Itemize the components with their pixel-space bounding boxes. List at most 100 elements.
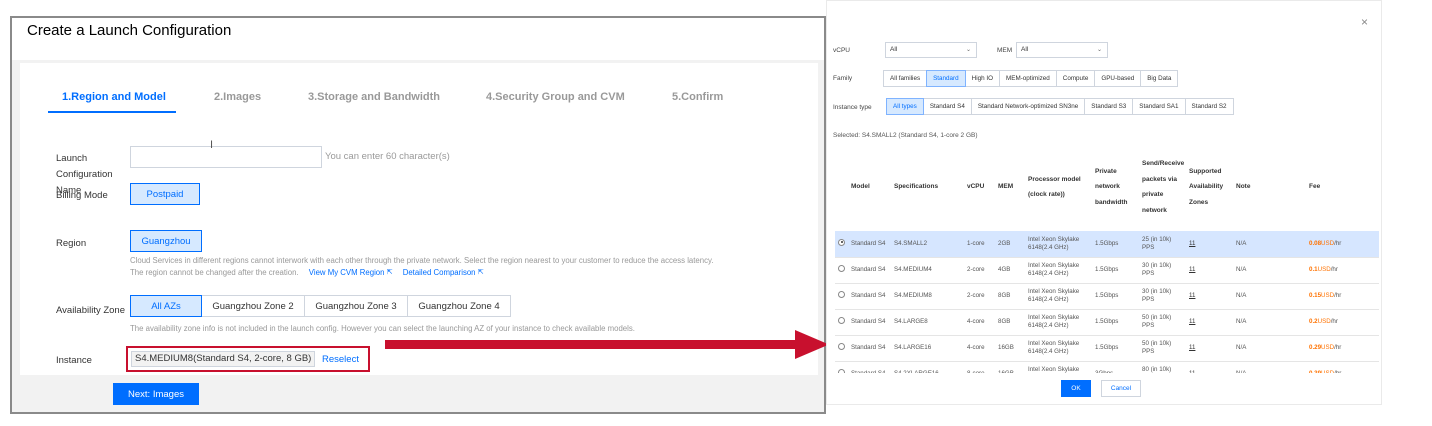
cell-vcpu-text: 8-core	[967, 370, 985, 373]
view-cvm-region-link[interactable]: View My CVM Region ⇱	[309, 268, 393, 277]
step-security-group[interactable]: 4.Security Group and CVM	[486, 91, 625, 103]
cell-model: Standard S4	[848, 361, 891, 373]
table-row[interactable]: Standard S4 S4.2XLARGE16 8-core 16GB Intel X…	[835, 361, 1379, 373]
table-row[interactable]: Standard S4 S4.MEDIUM4 2-core 4GB Intel Xeon…	[835, 257, 1379, 284]
cell-az: 11	[1186, 283, 1233, 310]
row-radio-button[interactable]	[838, 291, 845, 298]
family-segmented-control: All families Standard High IO MEM-optimi…	[883, 70, 1179, 87]
cell-cpu-text: Intel Xeon Skylake 6148(2.4 GHz)	[1028, 235, 1080, 251]
cell-mem-text: 8GB	[998, 292, 1011, 299]
instance-value: S4.MEDIUM8(Standard S4, 2-core, 8 GB)	[131, 351, 316, 367]
cell-model-text: Standard S4	[851, 344, 886, 351]
step-confirm[interactable]: 5.Confirm	[672, 91, 723, 103]
mem-select[interactable]: All ⌄	[1016, 42, 1108, 58]
config-form-panel: 1.Region and Model 2.Images 3.Storage an…	[20, 63, 818, 375]
cell-note: N/A	[1233, 335, 1306, 362]
row-radio-button[interactable]	[838, 343, 845, 350]
region-note-text: The region cannot be changed after the c…	[130, 268, 299, 277]
family-high-io[interactable]: High IO	[964, 70, 1001, 87]
cell-az-text[interactable]: 11	[1189, 370, 1195, 373]
cell-bw-text: 3Gbps	[1095, 370, 1113, 373]
type-standard-s2[interactable]: Standard S2	[1184, 98, 1234, 115]
step-region-model[interactable]: 1.Region and Model	[62, 91, 166, 103]
fee-fee-unit: USD	[1317, 266, 1331, 273]
active-step-underline	[48, 111, 176, 113]
table-row[interactable]: Standard S4 S4.SMALL2 1-core 2GB Intel Xeon …	[835, 231, 1379, 258]
family-all[interactable]: All families	[883, 70, 928, 87]
vcpu-select[interactable]: All ⌄	[885, 42, 977, 58]
cell-az-text[interactable]: 11	[1189, 344, 1195, 351]
cell-model: Standard S4	[848, 257, 891, 284]
availability-zone-label: Availability Zone	[56, 305, 126, 316]
type-all[interactable]: All types	[886, 98, 924, 115]
cell-cpu-text: Intel Xeon Skylake 6148(2.4 GHz)	[1028, 262, 1080, 277]
az-zone-4-button[interactable]: Guangzhou Zone 4	[407, 295, 511, 317]
cell-spec: S4.MEDIUM4	[891, 257, 964, 284]
launch-config-name-input[interactable]	[130, 146, 322, 168]
detailed-comparison-link[interactable]: Detailed Comparison ⇱	[403, 268, 484, 277]
type-standard-s3[interactable]: Standard S3	[1084, 98, 1134, 115]
family-compute[interactable]: Compute	[1055, 70, 1096, 87]
billing-postpaid-button[interactable]: Postpaid	[130, 183, 200, 205]
cell-az-text[interactable]: 11	[1189, 292, 1195, 299]
family-gpu[interactable]: GPU-based	[1094, 70, 1142, 87]
row-radio-cell	[835, 335, 848, 362]
row-radio-button[interactable]	[838, 265, 845, 272]
region-guangzhou-button[interactable]: Guangzhou	[130, 230, 202, 252]
cell-pps: 30 (in 10k) PPS	[1139, 283, 1186, 310]
table-row[interactable]: Standard S4 S4.LARGE16 4-core 16GB Intel Xeo…	[835, 335, 1379, 362]
cell-cpu-text: Intel Xeon Skylake 6148(2.4 GHz)	[1028, 366, 1080, 373]
column-header: Supported Availability Zones	[1189, 167, 1224, 206]
cell-fee: 0.1USD/hr	[1306, 257, 1379, 284]
family-standard[interactable]: Standard	[926, 70, 966, 87]
type-standard-s4[interactable]: Standard S4	[922, 98, 972, 115]
cell-note-text: N/A	[1236, 239, 1247, 247]
az-zone-2-button[interactable]: Guangzhou Zone 2	[201, 295, 305, 317]
cell-cpu-text: Intel Xeon Skylake 6148(2.4 GHz)	[1028, 288, 1080, 303]
cell-cpu: Intel Xeon Skylake 6148(2.4 GHz)	[1025, 257, 1092, 284]
family-mem-optimized[interactable]: MEM-optimized	[999, 70, 1057, 87]
cell-mem-text: 16GB	[998, 344, 1014, 351]
cancel-button[interactable]: Cancel	[1101, 380, 1141, 397]
cell-spec-text: S4.MEDIUM4	[894, 266, 932, 273]
fee-fee-num: 0.29	[1309, 344, 1322, 351]
cell-pps: 50 (in 10k) PPS	[1139, 335, 1186, 362]
vcpu-select-value: All	[890, 46, 898, 53]
family-big-data[interactable]: Big Data	[1140, 70, 1179, 87]
cell-vcpu-text: 2-core	[967, 266, 985, 273]
az-zone-3-button[interactable]: Guangzhou Zone 3	[304, 295, 408, 317]
table-body: Standard S4 S4.SMALL2 1-core 2GB Intel Xeon …	[835, 231, 1379, 373]
cell-vcpu: 4-core	[964, 335, 995, 362]
cell-spec-text: S4.LARGE16	[894, 344, 932, 351]
mem-select-value: All	[1021, 46, 1029, 53]
cell-pps: 25 (in 10k) PPS	[1139, 231, 1186, 258]
reselect-link[interactable]: Reselect	[322, 354, 359, 365]
cell-note: N/A	[1233, 309, 1306, 336]
table-row[interactable]: Standard S4 S4.MEDIUM8 2-core 8GB Intel Xeon…	[835, 283, 1379, 310]
instance-table-container[interactable]: Model Specifications vCPU MEM Processor …	[835, 143, 1379, 373]
view-cvm-region-link-text: View My CVM Region	[308, 268, 385, 277]
mem-label: MEM	[997, 47, 1013, 54]
step-storage-bandwidth[interactable]: 3.Storage and Bandwidth	[308, 91, 440, 103]
close-icon[interactable]: ×	[1361, 15, 1368, 29]
fee-fee-num: 0.39	[1309, 370, 1321, 373]
row-radio-button[interactable]	[838, 369, 845, 373]
cell-az-text[interactable]: 11	[1189, 240, 1195, 247]
az-all-button[interactable]: All AZs	[130, 295, 202, 317]
ok-button[interactable]: OK	[1061, 380, 1091, 397]
step-images[interactable]: 2.Images	[214, 91, 261, 103]
cell-bw: 3Gbps	[1092, 361, 1139, 373]
cell-fee: 0.15USD/hr	[1306, 283, 1379, 310]
fee-fee-unit: USD	[1321, 370, 1334, 373]
table-row[interactable]: Standard S4 S4.LARGE8 4-core 8GB Intel Xeon …	[835, 309, 1379, 336]
cell-mem: 2GB	[995, 231, 1025, 258]
cell-az-text[interactable]: 11	[1189, 266, 1195, 273]
cell-spec: S4.MEDIUM8	[891, 283, 964, 310]
row-radio-button[interactable]	[838, 238, 845, 246]
next-images-button[interactable]: Next: Images	[113, 383, 199, 405]
cell-az-text[interactable]: 11	[1189, 318, 1195, 325]
type-standard-sa1[interactable]: Standard SA1	[1132, 98, 1186, 115]
type-sn3ne[interactable]: Standard Network-optimized SN3ne	[970, 98, 1086, 115]
row-radio-button[interactable]	[838, 317, 845, 324]
instance-label: Instance	[56, 355, 92, 366]
